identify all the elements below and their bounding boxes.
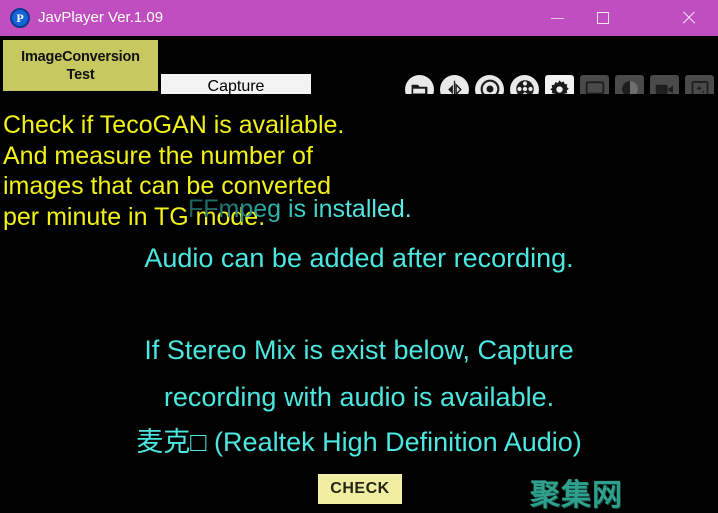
yellow-line-1: Check if TecoGAN is available. bbox=[3, 111, 345, 139]
title-bar: P JavPlayer Ver.1.09 bbox=[0, 0, 718, 36]
stereo-mix-line-2: recording with audio is available. bbox=[163, 382, 555, 412]
minimize-button[interactable] bbox=[534, 0, 580, 36]
maximize-button[interactable] bbox=[580, 0, 626, 36]
window-title: JavPlayer Ver.1.09 bbox=[38, 9, 164, 26]
maximize-icon bbox=[597, 12, 609, 24]
minimize-icon bbox=[550, 17, 564, 19]
javplayer-window: P JavPlayer Ver.1.09 ImageConversion Tes… bbox=[0, 0, 718, 513]
toolbar: ImageConversion Test Capture DMM,R,DUGA,… bbox=[0, 36, 718, 126]
stereo-mix-line-1: If Stereo Mix is exist below, Capture bbox=[144, 335, 574, 365]
audio-device-text: 麦克□ (Realtek High Definition Audio) bbox=[136, 427, 582, 457]
yellow-line-2: And measure the number of bbox=[3, 141, 313, 170]
logo-letter: P bbox=[16, 11, 24, 25]
image-conversion-test-label-line1: ImageConversion bbox=[21, 48, 140, 65]
ffmpeg-status-text: FFmpeg is installed. bbox=[188, 195, 412, 223]
close-button[interactable] bbox=[658, 0, 718, 36]
image-conversion-test-button[interactable]: ImageConversion Test bbox=[3, 40, 158, 91]
image-conversion-test-label-line2: Test bbox=[66, 66, 95, 83]
javplayer-logo-icon: P bbox=[10, 8, 30, 28]
check-button[interactable]: CHECK bbox=[318, 474, 402, 504]
watermark: 聚集网 bbox=[530, 478, 623, 513]
main-content: Check if TecoGAN is available. And measu… bbox=[0, 94, 718, 513]
close-icon bbox=[681, 11, 695, 25]
audio-note-text: Audio can be added after recording. bbox=[144, 243, 574, 273]
